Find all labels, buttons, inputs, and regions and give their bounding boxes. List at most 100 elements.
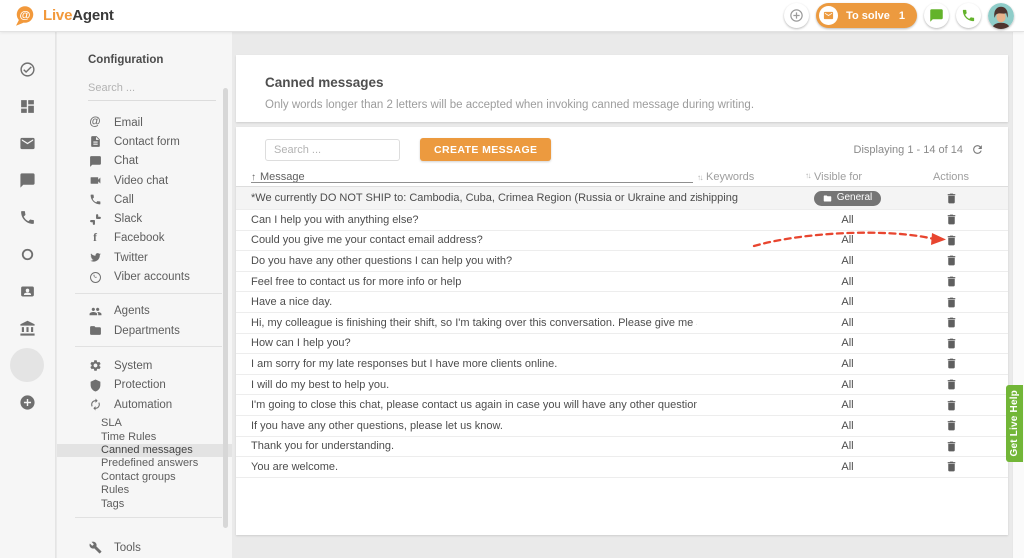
rail-item-mail[interactable] [0,125,55,162]
rail-item-phone[interactable] [0,199,55,236]
rail-item-settings[interactable] [0,347,55,384]
table-row[interactable]: How can I help you?All [236,334,1008,355]
delete-message-button[interactable] [945,357,958,370]
refresh-button[interactable] [971,143,984,156]
table-row[interactable]: Do you have any other questions I can he… [236,251,1008,272]
topbar-actions: To solve 1 [784,3,1014,29]
mail-icon [19,135,36,152]
sidebar-item-viber-accounts[interactable]: Viber accounts [57,267,232,286]
sidebar-item-call[interactable]: Call [57,190,232,209]
canned-messages-card: CREATE MESSAGE Displaying 1 - 14 of 14 ↑… [236,127,1008,535]
table-row[interactable]: If you have any other questions, please … [236,416,1008,437]
table-row[interactable]: I'm going to close this chat, please con… [236,395,1008,416]
rail-item-chat[interactable] [0,162,55,199]
table-row[interactable]: I will do my best to help you.All [236,375,1008,396]
sidebar-subitem-time-rules[interactable]: Time Rules [57,431,232,444]
sidebar-item-twitter[interactable]: Twitter [57,248,232,267]
delete-message-button[interactable] [945,378,958,391]
sidebar-subitem-rules[interactable]: Rules [57,484,232,497]
sidebar-subitem-tags[interactable]: Tags [57,498,232,511]
delete-message-button[interactable] [945,192,958,205]
delete-message-button[interactable] [945,275,958,288]
table-row[interactable]: Thank you for understanding.All [236,437,1008,458]
column-header-message[interactable]: ↑Message [236,171,697,183]
sidebar-subitem-contact-groups[interactable]: Contact groups [57,471,232,484]
table-row[interactable]: Hi, my colleague is finishing their shif… [236,313,1008,334]
rail-item-bank[interactable] [0,310,55,347]
sidebar-search [88,78,216,101]
delete-message-button[interactable] [945,234,958,247]
delete-message-button[interactable] [945,440,958,453]
sidebar-item-departments[interactable]: Departments [57,321,232,340]
delete-message-button[interactable] [945,337,958,350]
user-avatar[interactable] [988,3,1014,29]
get-live-help-button[interactable]: Get Live Help [1006,385,1023,462]
table-row[interactable]: Could you give me your contact email add… [236,231,1008,252]
svg-text:@: @ [20,9,31,21]
table-row[interactable]: Can I help you with anything else?All [236,210,1008,231]
rail-item-dashboard[interactable] [0,88,55,125]
messages-search-input[interactable] [265,139,400,161]
add-new-button[interactable] [784,3,809,28]
table-row[interactable]: *We currently DO NOT SHIP to: Cambodia, … [236,187,1008,210]
delete-message-button[interactable] [945,316,958,329]
sidebar-item-video-chat[interactable]: Video chat [57,171,232,190]
to-solve-button[interactable]: To solve 1 [816,3,917,28]
sidebar-item-label: Tools [114,542,141,554]
create-message-button[interactable]: CREATE MESSAGE [420,138,551,161]
pagination-status: Displaying 1 - 14 of 14 [854,143,984,156]
column-header-keywords[interactable]: ↑↓Keywords [697,171,775,183]
trash-icon [945,378,958,391]
visible-for-value: All [841,234,853,246]
table-row[interactable]: You are welcome.All [236,457,1008,478]
delete-message-button[interactable] [945,213,958,226]
rail-item-ring[interactable] [0,236,55,273]
rail-item-contact-card[interactable] [0,273,55,310]
trash-icon [945,296,958,309]
sidebar-item-tools[interactable]: Tools [57,538,232,557]
sidebar-item-facebook[interactable]: fFacebook [57,229,232,248]
delete-message-button[interactable] [945,460,958,473]
column-header-visible-for[interactable]: ↑↓Visible for [775,171,920,183]
sidebar-item-contact-form[interactable]: Contact form [57,132,232,151]
sidebar-item-chat[interactable]: Chat [57,152,232,171]
message-cell: I am sorry for my late responses but I h… [236,358,697,370]
delete-message-button[interactable] [945,419,958,432]
trash-icon [945,316,958,329]
rail-item-add-circle[interactable] [0,384,55,421]
messages-table: ↑Message ↑↓Keywords ↑↓Visible for Action… [236,167,1008,478]
check-circle-icon [19,61,36,78]
table-row[interactable]: Have a nice day.All [236,292,1008,313]
page-scrollbar[interactable] [1012,32,1024,558]
trash-icon [945,460,958,473]
sidebar-subitem-canned-messages[interactable]: Canned messages [57,444,232,457]
visible-for-cell: All [775,358,920,370]
sidebar-item-protection[interactable]: Protection [57,376,232,395]
video-icon [88,174,102,187]
configuration-sidebar: Configuration @EmailContact formChatVide… [57,32,232,558]
sidebar-subitem-predefined-answers[interactable]: Predefined answers [57,457,232,470]
sidebar-subitem-sla[interactable]: SLA [57,417,232,430]
chats-button[interactable] [924,3,949,28]
delete-message-button[interactable] [945,296,958,309]
delete-message-button[interactable] [945,254,958,267]
sidebar-item-agents[interactable]: Agents [57,302,232,321]
sidebar-item-system[interactable]: System [57,356,232,375]
phone-icon [961,8,976,23]
sidebar-item-automation[interactable]: Automation [57,395,232,414]
refresh-icon [971,143,984,156]
delete-message-button[interactable] [945,399,958,412]
sidebar-item-slack[interactable]: Slack [57,209,232,228]
table-row[interactable]: I am sorry for my late responses but I h… [236,354,1008,375]
sidebar-scrollbar[interactable] [223,88,228,528]
message-cell: Hi, my colleague is finishing their shif… [236,317,697,329]
sidebar-item-label: Automation [114,399,172,411]
calls-button[interactable] [956,3,981,28]
sidebar-search-input[interactable] [88,82,216,100]
rail-item-check-circle[interactable] [0,51,55,88]
table-row[interactable]: Feel free to contact us for more info or… [236,272,1008,293]
sidebar-item-email[interactable]: @Email [57,113,232,132]
slack-icon [88,213,102,226]
sort-icon: ↑↓ [697,173,702,182]
topbar: @ LiveAgent To solve 1 [0,0,1024,32]
